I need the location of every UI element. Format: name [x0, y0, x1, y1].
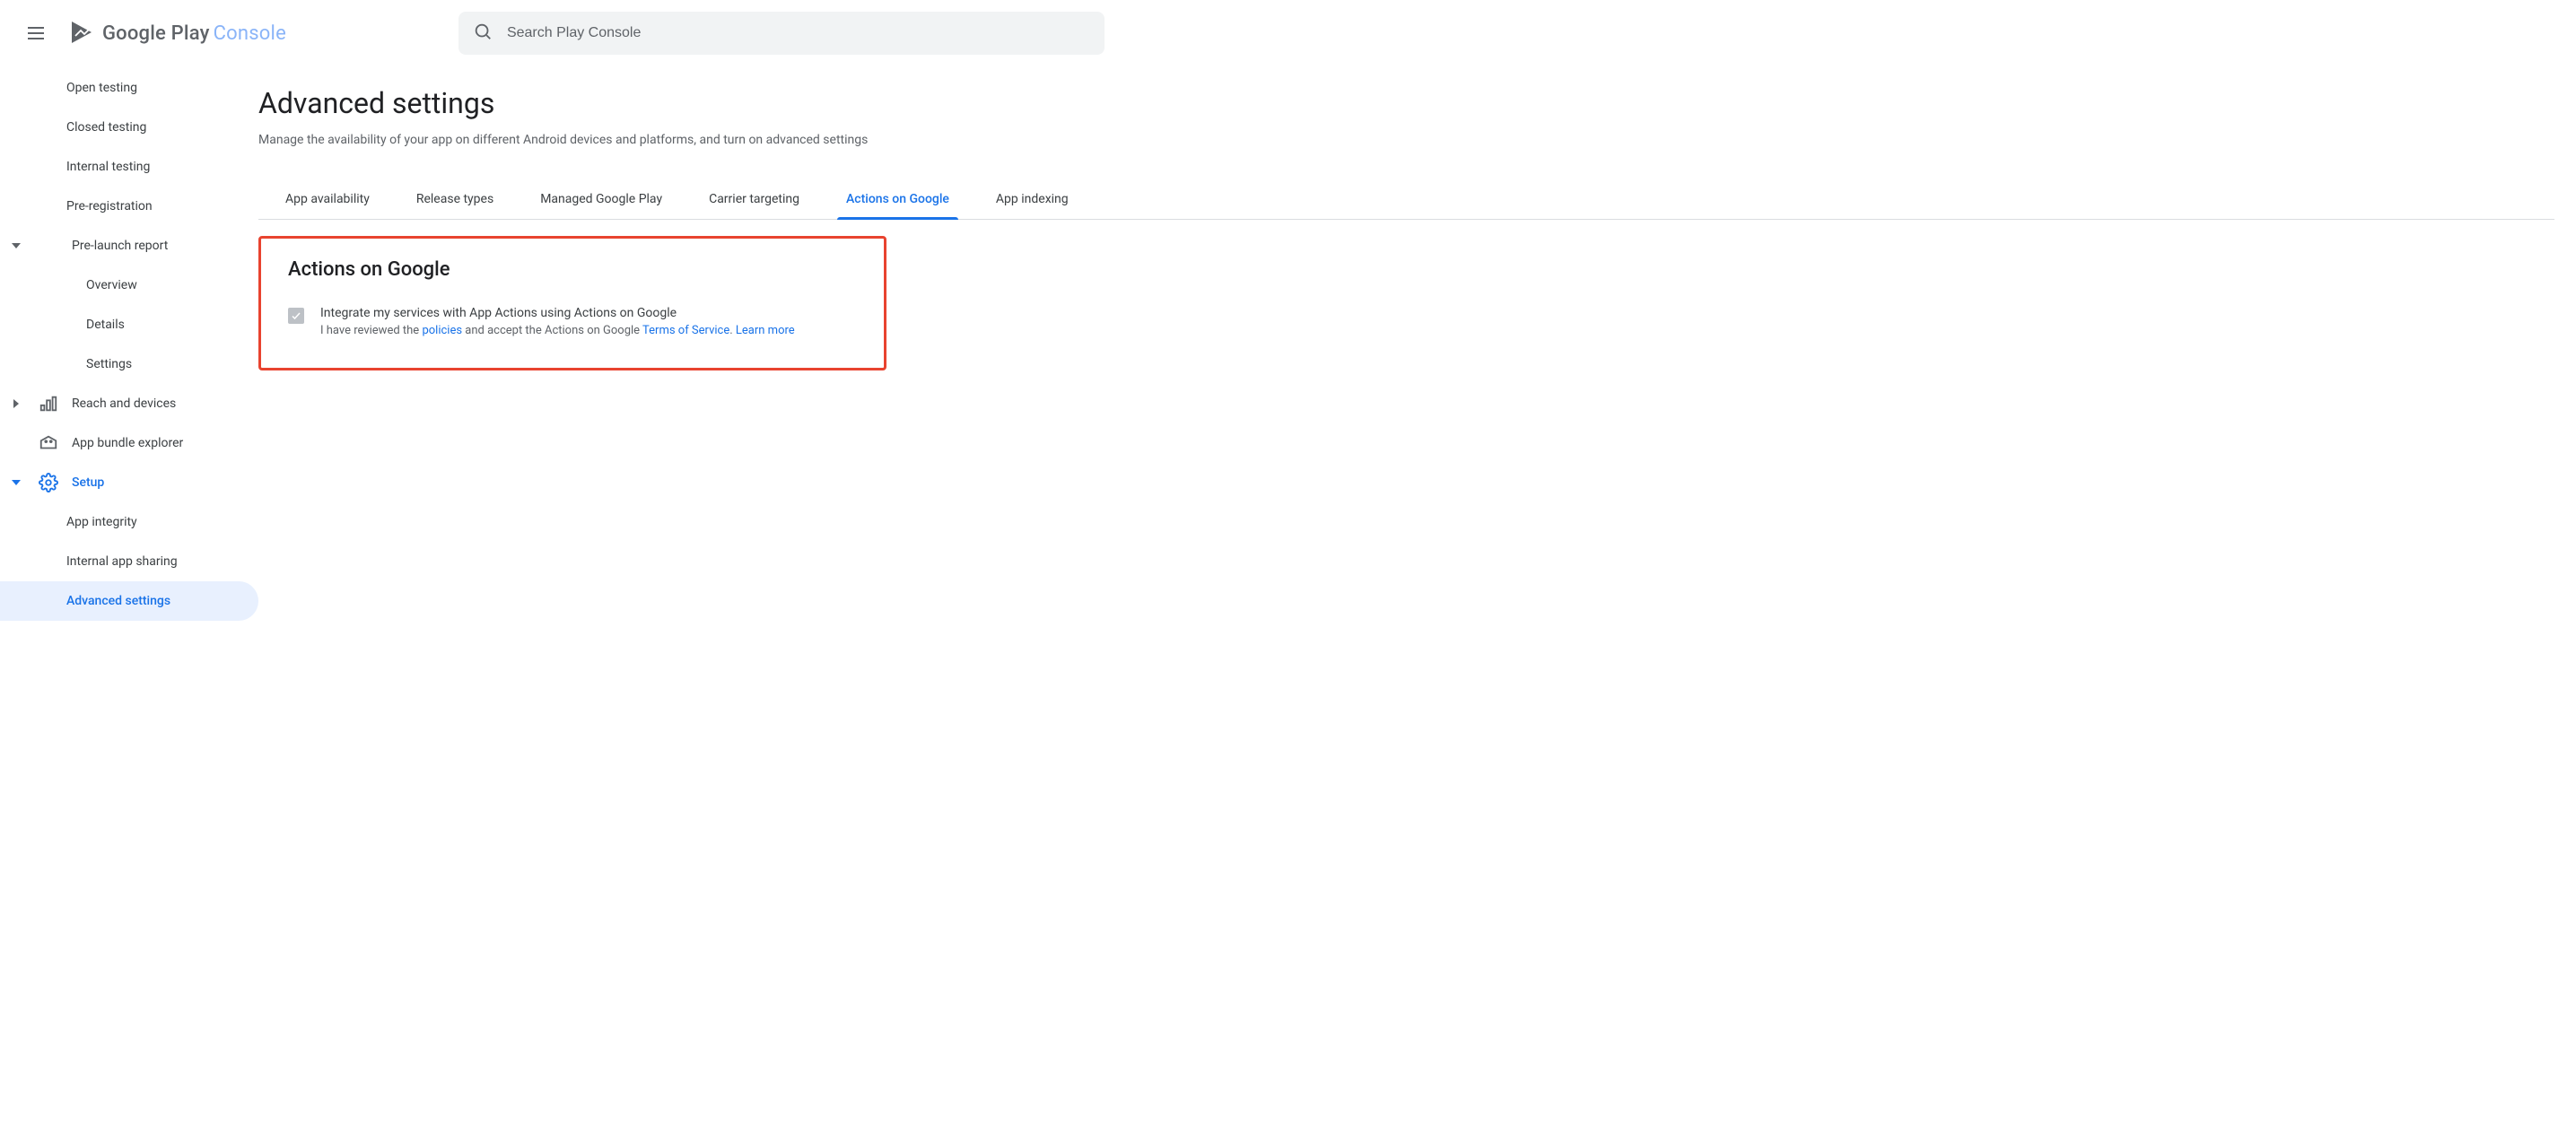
search-box[interactable] — [458, 12, 1105, 55]
brand-text: Google PlayConsole — [102, 22, 286, 45]
topbar: Google PlayConsole — [0, 0, 2576, 61]
sidebar-item-details[interactable]: Details — [0, 305, 258, 344]
sidebar-item-label: Details — [86, 318, 125, 332]
tabs: App availability Release types Managed G… — [258, 179, 2554, 220]
brand[interactable]: Google PlayConsole — [68, 20, 286, 47]
sidebar-item-label: Advanced settings — [66, 594, 170, 608]
sidebar-item-internal-app-sharing[interactable]: Internal app sharing — [0, 542, 258, 581]
page-subtitle: Manage the availability of your app on d… — [258, 133, 2554, 147]
sidebar-item-label: Settings — [86, 357, 132, 371]
sidebar-item-app-bundle-explorer[interactable]: App bundle explorer — [0, 423, 258, 463]
sidebar-item-label: Pre-launch report — [72, 239, 168, 253]
sidebar-item-setup[interactable]: Setup — [0, 463, 258, 502]
sidebar-item-label: Open testing — [66, 81, 137, 95]
sidebar-item-internal-testing[interactable]: Internal testing — [0, 147, 258, 187]
tab-release-types[interactable]: Release types — [415, 179, 495, 219]
checkbox-label: Integrate my services with App Actions u… — [320, 306, 795, 320]
tab-managed-google-play[interactable]: Managed Google Play — [538, 179, 664, 219]
sidebar-item-pre-registration[interactable]: Pre-registration — [0, 187, 258, 226]
sidebar-item-open-testing[interactable]: Open testing — [0, 68, 258, 108]
sidebar-item-overview[interactable]: Overview — [0, 266, 258, 305]
devices-icon — [38, 393, 59, 414]
checkbox-subtext: I have reviewed the policies and accept … — [320, 324, 795, 337]
sidebar-item-label: Setup — [72, 475, 104, 490]
integrate-checkbox[interactable] — [288, 308, 304, 324]
sidebar-item-label: Internal app sharing — [66, 554, 178, 569]
sidebar-item-label: Reach and devices — [72, 396, 176, 411]
sidebar-item-label: App integrity — [66, 515, 137, 529]
gear-icon — [38, 472, 59, 493]
main-content: Advanced settings Manage the availabilit… — [258, 61, 2576, 1124]
sidebar: Open testing Closed testing Internal tes… — [0, 61, 258, 1124]
sidebar-item-label: Overview — [86, 278, 137, 292]
sidebar-item-closed-testing[interactable]: Closed testing — [0, 108, 258, 147]
chevron-right-icon — [7, 399, 25, 408]
actions-on-google-panel: Actions on Google Integrate my services … — [258, 236, 886, 370]
panel-title: Actions on Google — [288, 258, 857, 281]
sidebar-item-advanced-settings[interactable]: Advanced settings — [0, 581, 258, 621]
sidebar-item-label: Closed testing — [66, 120, 146, 135]
sidebar-item-label: App bundle explorer — [72, 436, 183, 450]
menu-icon[interactable] — [14, 12, 57, 55]
sidebar-item-label: Pre-registration — [66, 199, 153, 213]
chevron-down-icon — [7, 241, 25, 250]
policies-link[interactable]: policies — [422, 324, 462, 337]
sidebar-item-settings[interactable]: Settings — [0, 344, 258, 384]
tab-app-availability[interactable]: App availability — [284, 179, 371, 219]
search-icon — [473, 22, 493, 45]
learn-more-link[interactable]: Learn more — [736, 324, 795, 337]
bundle-icon — [38, 432, 59, 454]
tos-link[interactable]: Terms of Service — [642, 324, 729, 337]
chevron-down-icon — [7, 478, 25, 487]
search-input[interactable] — [507, 25, 1090, 41]
play-console-logo-icon — [68, 20, 95, 47]
sidebar-item-label: Internal testing — [66, 160, 150, 174]
page-title: Advanced settings — [258, 86, 2554, 120]
sidebar-item-app-integrity[interactable]: App integrity — [0, 502, 258, 542]
blank-icon — [38, 235, 59, 257]
tab-actions-on-google[interactable]: Actions on Google — [844, 179, 951, 219]
tab-app-indexing[interactable]: App indexing — [994, 179, 1070, 219]
sidebar-item-pre-launch-report[interactable]: Pre-launch report — [0, 226, 258, 266]
tab-carrier-targeting[interactable]: Carrier targeting — [707, 179, 801, 219]
sidebar-item-reach-and-devices[interactable]: Reach and devices — [0, 384, 258, 423]
